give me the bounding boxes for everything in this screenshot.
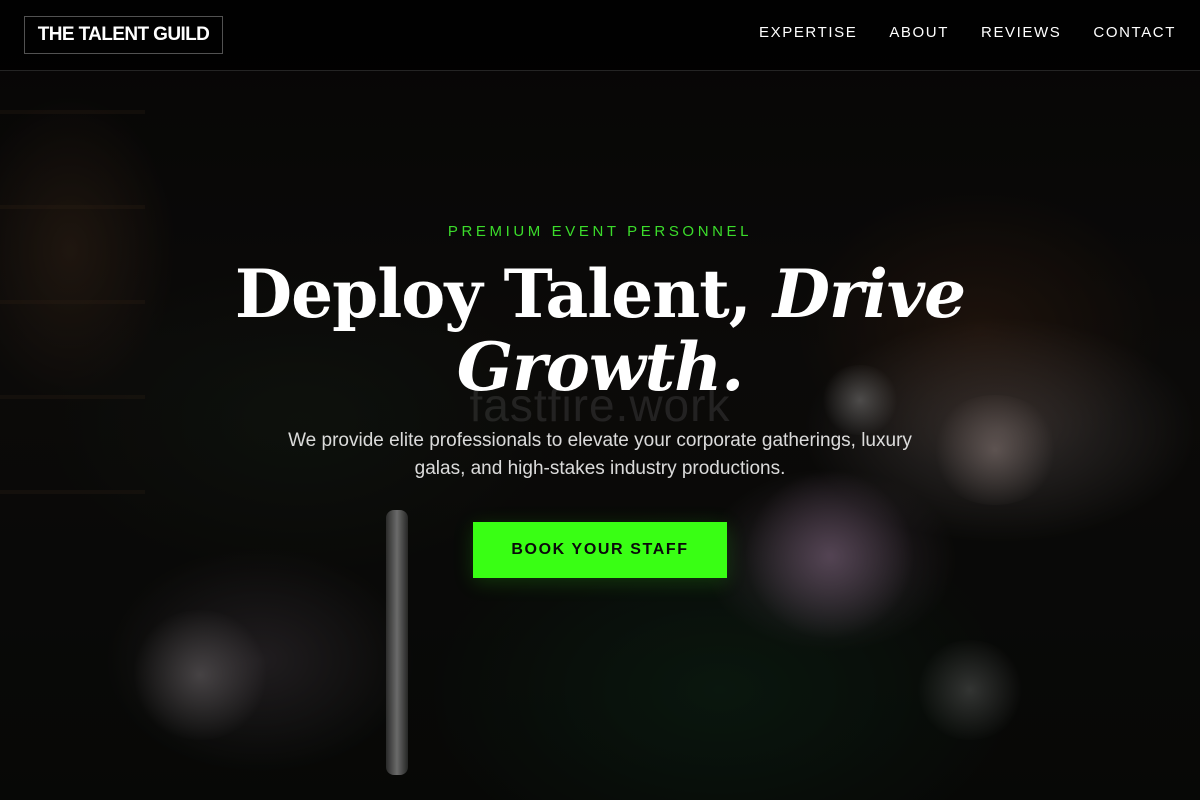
hero-subtext: We provide elite professionals to elevat… (288, 430, 912, 479)
book-your-staff-button[interactable]: BOOK YOUR STAFF (473, 522, 727, 578)
hero-eyebrow: PREMIUM EVENT PERSONNEL (447, 223, 753, 240)
hero-headline: Deploy Talent, Drive Growth. (150, 258, 1050, 404)
landing-page: fastfire.work THE TALENT GUILD EXPERTISE… (0, 0, 1200, 800)
hero-section: PREMIUM EVENT PERSONNEL Deploy Talent, D… (0, 0, 1200, 800)
headline-regular-text: Deploy Talent, (234, 255, 773, 333)
